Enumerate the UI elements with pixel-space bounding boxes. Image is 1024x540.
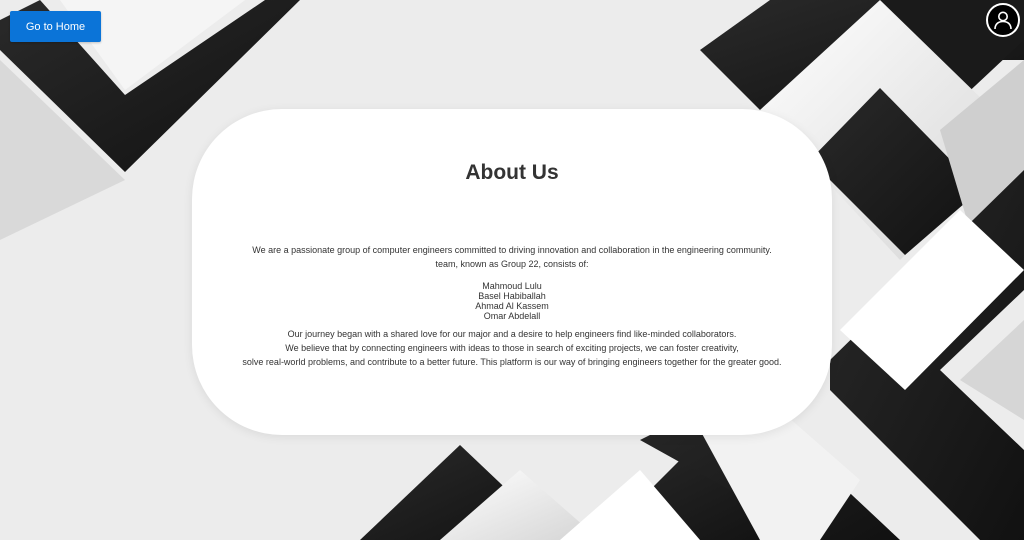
profile-button[interactable]: [986, 3, 1020, 37]
member-name: Omar Abdelall: [483, 311, 541, 321]
journey-line: solve real-world problems, and contribut…: [242, 357, 782, 367]
member-name: Ahmad Al Kassem: [475, 301, 549, 311]
member-name: Basel Habiballah: [478, 291, 546, 301]
about-card: About Us We are a passionate group of co…: [192, 109, 832, 435]
intro-line: team, known as Group 22, consists of:: [435, 259, 589, 269]
intro-text: We are a passionate group of computer en…: [192, 243, 832, 271]
journey-text: Our journey began with a shared love for…: [192, 327, 832, 369]
page-title: About Us: [465, 161, 559, 184]
member-name: Mahmoud Lulu: [482, 281, 542, 291]
go-to-home-button[interactable]: Go to Home: [10, 11, 101, 42]
intro-line: We are a passionate group of computer en…: [252, 245, 772, 255]
journey-line: Our journey began with a shared love for…: [287, 329, 737, 339]
journey-line: We believe that by connecting engineers …: [285, 343, 739, 353]
member-list: Mahmoud Lulu Basel Habiballah Ahmad Al K…: [192, 281, 832, 321]
user-profile-icon: [994, 11, 1012, 30]
